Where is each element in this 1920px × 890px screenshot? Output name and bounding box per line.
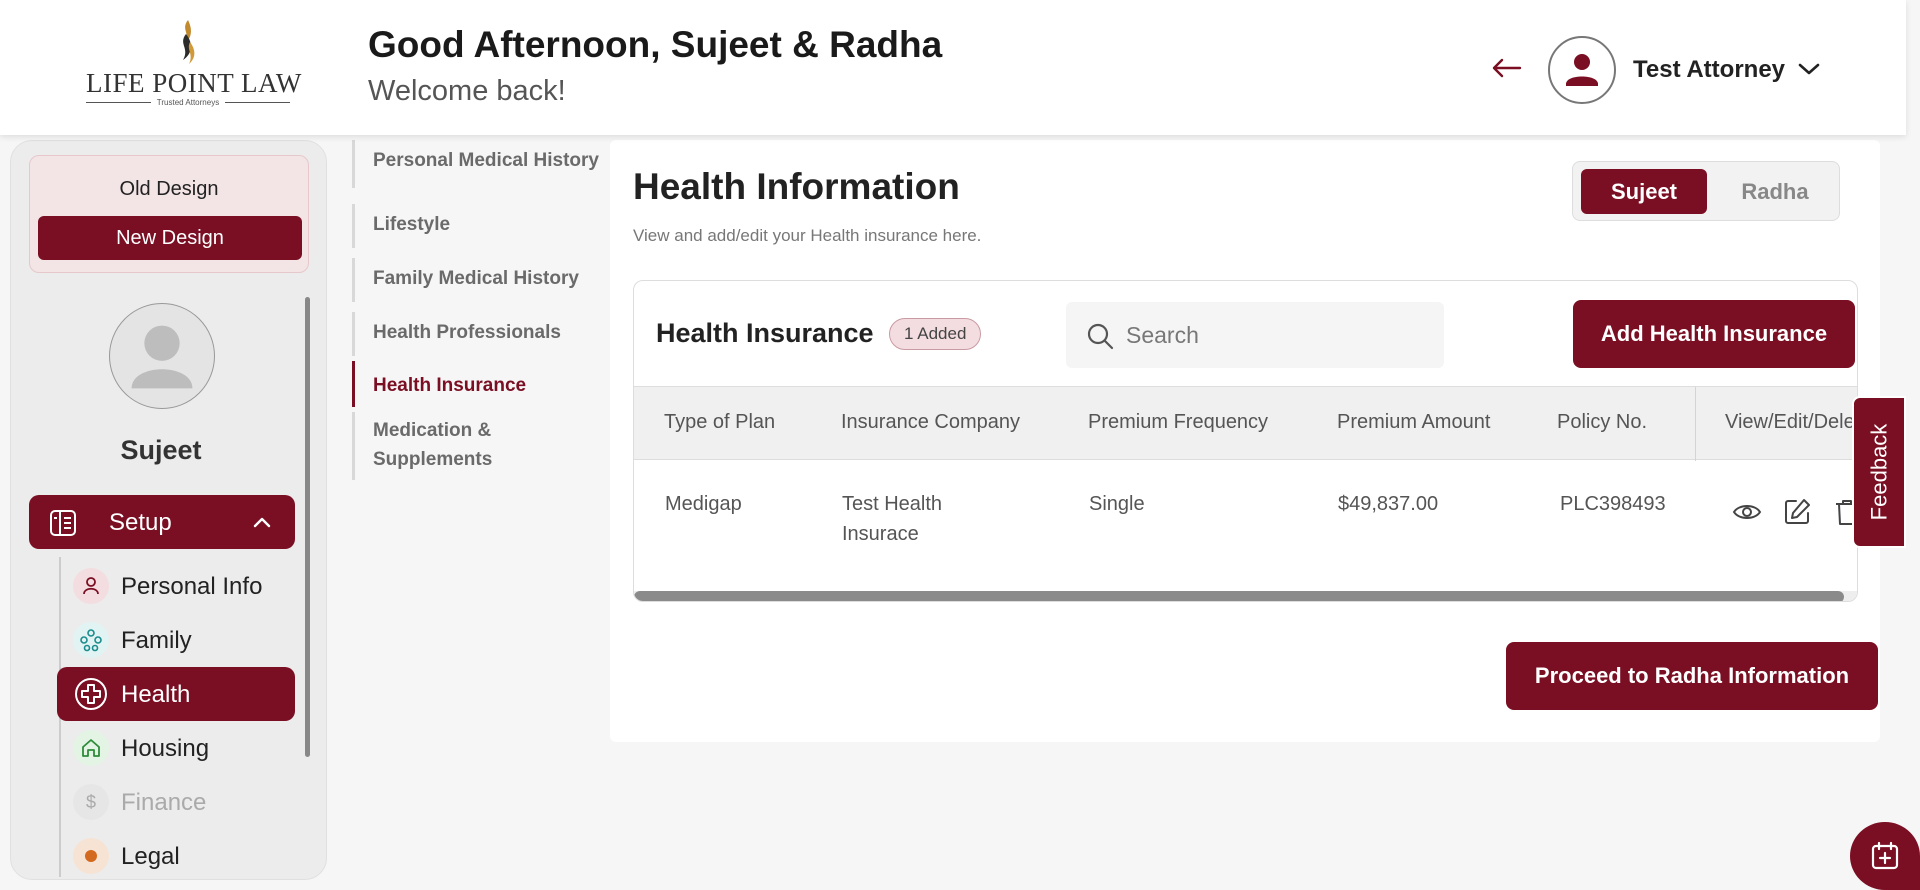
subnav-label: Family Medical History xyxy=(373,268,579,289)
view-eye-icon[interactable] xyxy=(1732,497,1762,527)
house-icon xyxy=(73,730,109,766)
subnav-health-insurance[interactable]: Health Insurance xyxy=(352,361,607,407)
back-arrow-icon[interactable] xyxy=(1490,56,1522,80)
cell-policy-no: PLC398493 xyxy=(1560,493,1666,515)
proceed-to-radha-button[interactable]: Proceed to Radha Information xyxy=(1506,642,1878,710)
main-panel: Health Information View and add/edit you… xyxy=(610,140,1880,742)
profile-name: Sujeet xyxy=(120,435,202,465)
sidebar: Old Design New Design Sujeet Setup Perso… xyxy=(10,140,327,880)
search-icon xyxy=(1087,323,1114,350)
feedback-tab[interactable]: Feedback xyxy=(1852,396,1906,548)
sidebar-item-family[interactable]: Family xyxy=(57,613,295,667)
sidebar-item-label: Health xyxy=(121,681,191,708)
setup-section-toggle[interactable]: Setup xyxy=(29,495,295,549)
subnav-label: Personal Medical History xyxy=(373,150,599,171)
family-icon xyxy=(73,622,109,658)
table-horizontal-scrollbar[interactable] xyxy=(634,591,1857,601)
sidebar-item-label: Housing xyxy=(121,735,210,762)
health-plus-icon xyxy=(73,676,109,712)
count-badge: 1 Added xyxy=(889,318,982,350)
setup-label: Setup xyxy=(109,509,172,536)
subnav-lifestyle[interactable]: Lifestyle xyxy=(352,204,607,248)
column-header: Premium Frequency xyxy=(1088,411,1269,433)
cell-premium-amount: $49,837.00 xyxy=(1338,493,1439,515)
subnav-health-professionals[interactable]: Health Professionals xyxy=(352,312,607,356)
setup-panel-icon xyxy=(50,510,76,536)
column-header: Type of Plan xyxy=(664,411,776,433)
subnav-family-medical-history[interactable]: Family Medical History xyxy=(352,258,607,302)
old-design-button[interactable]: Old Design xyxy=(30,178,308,201)
feedback-label: Feedback xyxy=(1866,423,1891,521)
cell-company-line2: Insurace xyxy=(842,523,919,545)
calendar-plus-icon xyxy=(1871,841,1899,870)
legal-icon xyxy=(73,838,109,874)
brand-tagline-row: Trusted Attorneys xyxy=(86,98,290,107)
subnav-label-line2: Supplements xyxy=(373,449,493,470)
person-icon xyxy=(73,568,109,604)
svg-text:$: $ xyxy=(86,792,96,812)
subnav-label: Health Professionals xyxy=(373,322,561,343)
flame-logo-icon xyxy=(183,20,195,64)
brand-logo[interactable]: LIFE POINT LAW Trusted Attorneys xyxy=(86,20,302,110)
cell-insurance-company: Test Health Insurace xyxy=(842,489,942,549)
add-event-fab[interactable] xyxy=(1850,822,1920,890)
health-insurance-card: Health Insurance 1 Added Add Health Insu… xyxy=(633,280,1858,602)
card-title: Health Insurance xyxy=(656,318,874,348)
top-header: LIFE POINT LAW Trusted Attorneys Good Af… xyxy=(0,0,1906,135)
sidebar-item-personal-info[interactable]: Personal Info xyxy=(57,559,295,613)
table-header: Type of Plan Insurance Company Premium F… xyxy=(634,386,1857,461)
person-toggle: Sujeet Radha xyxy=(1572,161,1840,221)
sidebar-item-label: Finance xyxy=(121,789,207,816)
sidebar-item-label: Legal xyxy=(121,843,180,870)
brand-name: LIFE POINT LAW xyxy=(86,68,302,98)
table-row: Medigap Test Health Insurace Single $49,… xyxy=(634,461,1857,579)
search-box[interactable] xyxy=(1066,302,1444,368)
search-input[interactable] xyxy=(1126,316,1426,354)
subnav-label: Lifestyle xyxy=(373,214,451,235)
cell-company-line1: Test Health xyxy=(842,493,943,515)
sidebar-item-finance[interactable]: $ Finance xyxy=(57,775,295,829)
toggle-sujeet[interactable]: Sujeet xyxy=(1581,169,1707,214)
subnav-medication-supplements[interactable]: Medication & Supplements xyxy=(352,412,607,480)
profile-avatar xyxy=(109,303,215,409)
sidebar-item-label: Personal Info xyxy=(121,573,263,600)
sidebar-scrollbar[interactable] xyxy=(305,297,310,757)
column-header: View/Edit/Dele xyxy=(1725,411,1855,433)
cell-premium-frequency: Single xyxy=(1089,493,1145,515)
brand-tagline: Trusted Attorneys xyxy=(156,98,220,107)
column-header: Premium Amount xyxy=(1337,411,1491,433)
person-placeholder-icon xyxy=(131,325,193,389)
column-header: Policy No. xyxy=(1557,411,1648,433)
user-avatar-icon xyxy=(1555,43,1609,97)
column-header: Insurance Company xyxy=(841,411,1020,433)
design-switcher: Old Design New Design xyxy=(29,155,309,273)
greeting-title: Good Afternoon, Sujeet & Radha xyxy=(368,24,943,65)
toggle-radha[interactable]: Radha xyxy=(1717,169,1833,214)
user-name[interactable]: Test Attorney xyxy=(1633,56,1785,84)
page-subtitle: View and add/edit your Health insurance … xyxy=(633,226,982,245)
cell-type-of-plan: Medigap xyxy=(665,493,742,515)
page-title: Health Information xyxy=(633,166,960,207)
subnav-label: Health Insurance xyxy=(373,375,527,396)
sidebar-item-label: Family xyxy=(121,627,192,654)
new-design-button[interactable]: New Design xyxy=(38,216,302,260)
add-health-insurance-button[interactable]: Add Health Insurance xyxy=(1573,300,1855,368)
subnav-personal-medical-history[interactable]: Personal Medical History xyxy=(352,140,607,188)
chevron-down-icon[interactable] xyxy=(1796,60,1822,78)
user-avatar[interactable] xyxy=(1548,36,1616,104)
sidebar-item-legal[interactable]: Legal xyxy=(57,829,295,879)
chevron-up-icon xyxy=(253,517,271,528)
sidebar-item-health[interactable]: Health xyxy=(57,667,295,721)
edit-pencil-icon[interactable] xyxy=(1782,497,1812,527)
welcome-text: Welcome back! xyxy=(368,75,566,107)
scrollbar-thumb[interactable] xyxy=(634,591,1844,601)
sidebar-item-housing[interactable]: Housing xyxy=(57,721,295,775)
subnav-label-line1: Medication & xyxy=(373,420,492,441)
dollar-icon: $ xyxy=(73,784,109,820)
column-divider xyxy=(1695,387,1696,461)
